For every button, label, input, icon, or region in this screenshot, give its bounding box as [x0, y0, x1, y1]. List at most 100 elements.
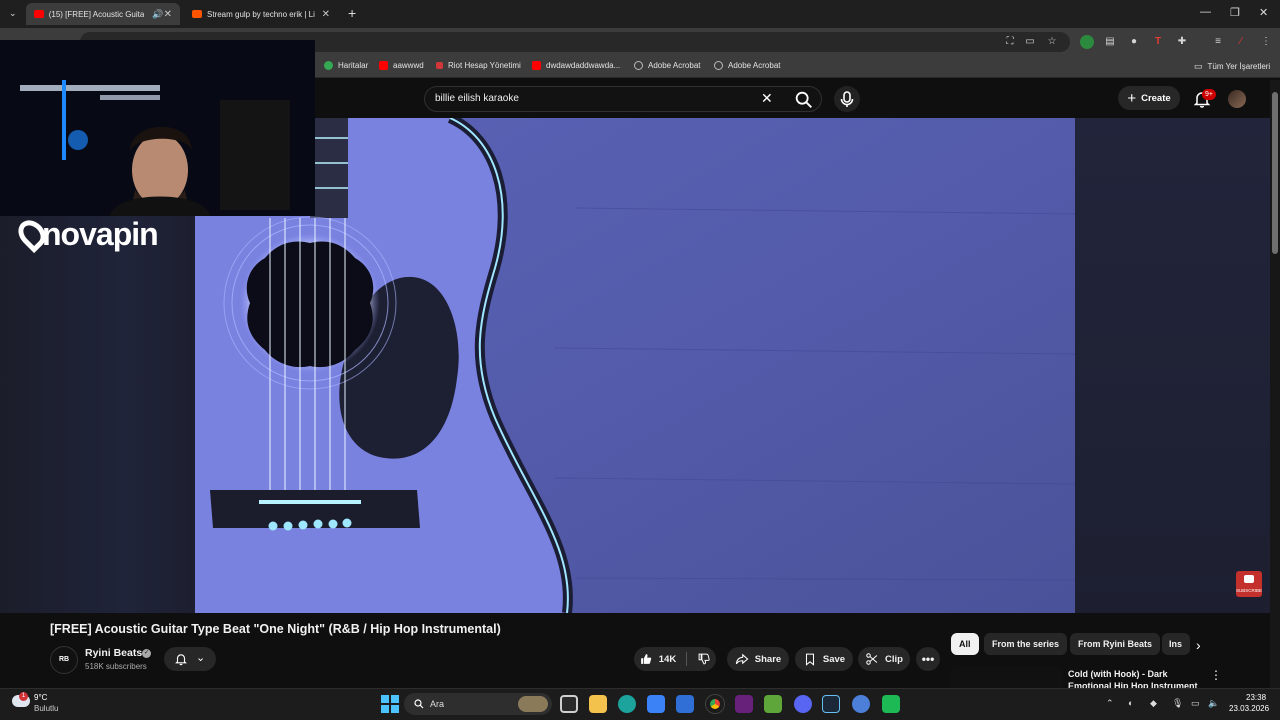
- speaker-icon[interactable]: 🔊: [152, 9, 163, 20]
- tab-label: (15) [FREE] Acoustic Guitar: [48, 9, 145, 19]
- tab-soundcloud[interactable]: Stream gulp by techno erik | Li ✕: [184, 3, 338, 25]
- chip-from-series[interactable]: From the series: [984, 633, 1068, 655]
- bookmark-item[interactable]: Riot Hesap Yönetimi: [436, 61, 521, 70]
- edge-browser-icon[interactable]: [618, 695, 636, 713]
- guitar-artwork: [195, 118, 1075, 613]
- all-bookmarks[interactable]: ▭ Tüm Yer İşaretleri: [1194, 61, 1270, 72]
- all-bookmarks-label: Tüm Yer İşaretleri: [1207, 62, 1271, 71]
- bookmark-label: aawwwd: [393, 61, 424, 70]
- webcam-overlay: [0, 40, 315, 216]
- file-explorer-icon[interactable]: [589, 695, 607, 713]
- bell-icon: [175, 654, 187, 666]
- share-button[interactable]: Share: [727, 647, 789, 671]
- account-avatar[interactable]: [1228, 90, 1246, 108]
- channel-name[interactable]: Ryini Beats: [85, 647, 142, 659]
- clock-time[interactable]: 23:38: [1246, 693, 1266, 702]
- search-icon[interactable]: [793, 89, 815, 111]
- new-tab-icon[interactable]: +: [348, 5, 356, 21]
- subscription-notifications-button[interactable]: ⌄: [164, 647, 216, 671]
- share-arrow-icon: [735, 653, 749, 665]
- bookmark-item[interactable]: Adobe Acrobat: [634, 61, 700, 70]
- save-button[interactable]: Save: [795, 647, 853, 671]
- bookmark-item[interactable]: Haritalar: [324, 61, 368, 70]
- microsoft-store-icon[interactable]: [647, 695, 665, 713]
- chevron-right-icon[interactable]: ›: [1196, 637, 1201, 653]
- more-actions-button[interactable]: •••: [916, 647, 940, 671]
- tab-youtube[interactable]: (15) [FREE] Acoustic Guitar 🔊 ✕: [26, 3, 180, 25]
- more-vertical-icon[interactable]: ⋮: [1210, 668, 1222, 682]
- tray-overflow-icon[interactable]: ⌃: [1106, 698, 1114, 709]
- chip-partial[interactable]: Ins: [1162, 633, 1190, 655]
- notepad-plus-icon[interactable]: [764, 695, 782, 713]
- chevron-down-icon: ⌄: [196, 652, 206, 664]
- recommended-thumbnail[interactable]: [951, 667, 1063, 689]
- extensions-puzzle-icon[interactable]: ✚: [1175, 35, 1189, 49]
- bookmark-label: Adobe Acrobat: [728, 61, 781, 70]
- bookmark-item[interactable]: aawwwd: [379, 61, 424, 70]
- clip-button[interactable]: Clip: [858, 647, 910, 671]
- recommended-title[interactable]: Cold (with Hook) - Dark Emotional Hip Ho…: [1068, 668, 1200, 688]
- spotify-icon[interactable]: [882, 695, 900, 713]
- chip-from-channel[interactable]: From Ryini Beats: [1070, 633, 1161, 655]
- menu-kebab-icon[interactable]: ⋮: [1259, 35, 1273, 49]
- tab-label: Stream gulp by techno erik | Li: [207, 9, 315, 19]
- visual-studio-icon[interactable]: [735, 695, 753, 713]
- media-control-icon[interactable]: ≡: [1211, 35, 1225, 49]
- minimize-icon[interactable]: —: [1200, 6, 1211, 18]
- extension-icon[interactable]: ●: [1127, 35, 1141, 49]
- mail-icon[interactable]: [676, 695, 694, 713]
- profile-icon[interactable]: ⁄: [1234, 35, 1248, 49]
- novapin-logo: novapin: [12, 214, 159, 254]
- youtube-play-icon: [1244, 575, 1254, 583]
- volume-icon[interactable]: 🔈: [1208, 698, 1219, 709]
- extension-icon[interactable]: [1080, 35, 1094, 49]
- create-button[interactable]: + Create: [1118, 86, 1180, 110]
- subscriber-count: 518K subscribers: [85, 662, 147, 671]
- restore-icon[interactable]: ❐: [1230, 6, 1240, 19]
- chrome-icon[interactable]: [706, 695, 724, 713]
- tray-app-icon[interactable]: ◐: [1128, 698, 1133, 708]
- settings-gear-icon[interactable]: [852, 695, 870, 713]
- bookmark-star-icon[interactable]: ☆: [1045, 35, 1059, 49]
- channel-avatar[interactable]: RB: [50, 646, 78, 674]
- like-count: 14K: [658, 653, 677, 665]
- video-frame[interactable]: [195, 118, 1075, 613]
- close-tab-icon[interactable]: ✕: [322, 9, 330, 20]
- close-window-icon[interactable]: ✕: [1259, 6, 1268, 19]
- chip-all[interactable]: All: [951, 633, 979, 655]
- bookmark-item[interactable]: Adobe Acrobat: [714, 61, 780, 70]
- cast-icon[interactable]: ▭: [1023, 35, 1037, 49]
- notification-count-badge: 9+: [1202, 89, 1216, 100]
- microphone-icon[interactable]: [834, 86, 860, 112]
- discord-icon[interactable]: [794, 695, 812, 713]
- extension-icon[interactable]: ▤: [1103, 35, 1117, 49]
- subscribe-watermark[interactable]: SUBSCRIBE: [1236, 571, 1262, 597]
- tab-search-icon[interactable]: ⌄: [9, 8, 17, 19]
- translate-icon[interactable]: ⛶: [1003, 35, 1017, 49]
- search-input[interactable]: billie eilish karaoke ✕: [424, 86, 822, 112]
- network-icon[interactable]: ▭: [1191, 698, 1200, 709]
- bookmark-item[interactable]: dwdawdaddwawda...: [532, 61, 620, 70]
- extension-icon[interactable]: T: [1151, 35, 1165, 49]
- like-button[interactable]: 14K: [639, 652, 686, 666]
- bookmark-label: dwdawdaddwawda...: [546, 61, 621, 70]
- clock-date[interactable]: 23.03.2026: [1229, 704, 1269, 713]
- windows-start-icon[interactable]: [381, 695, 399, 713]
- microphone-icon[interactable]: 🎙: [1172, 698, 1183, 709]
- weather-temperature[interactable]: 9°C: [34, 693, 47, 702]
- weather-description[interactable]: Bulutlu: [34, 704, 58, 713]
- steam-icon[interactable]: [822, 695, 840, 713]
- youtube-icon: [532, 61, 541, 70]
- close-tab-icon[interactable]: ✕: [164, 9, 172, 20]
- dislike-button[interactable]: [686, 652, 711, 666]
- task-view-icon[interactable]: [560, 695, 578, 713]
- channel-avatar-text: RB: [58, 656, 70, 663]
- subscribe-watermark-label: SUBSCRIBE: [1236, 588, 1263, 593]
- thumbs-up-icon: [640, 654, 651, 664]
- clear-search-icon[interactable]: ✕: [761, 90, 773, 107]
- thumbs-down-icon: [698, 653, 710, 665]
- tray-app-icon[interactable]: ◆: [1150, 698, 1157, 709]
- taskbar-search[interactable]: Ara: [404, 693, 552, 715]
- scrollbar-thumb[interactable]: [1272, 92, 1278, 254]
- youtube-favicon-icon: [34, 10, 44, 18]
